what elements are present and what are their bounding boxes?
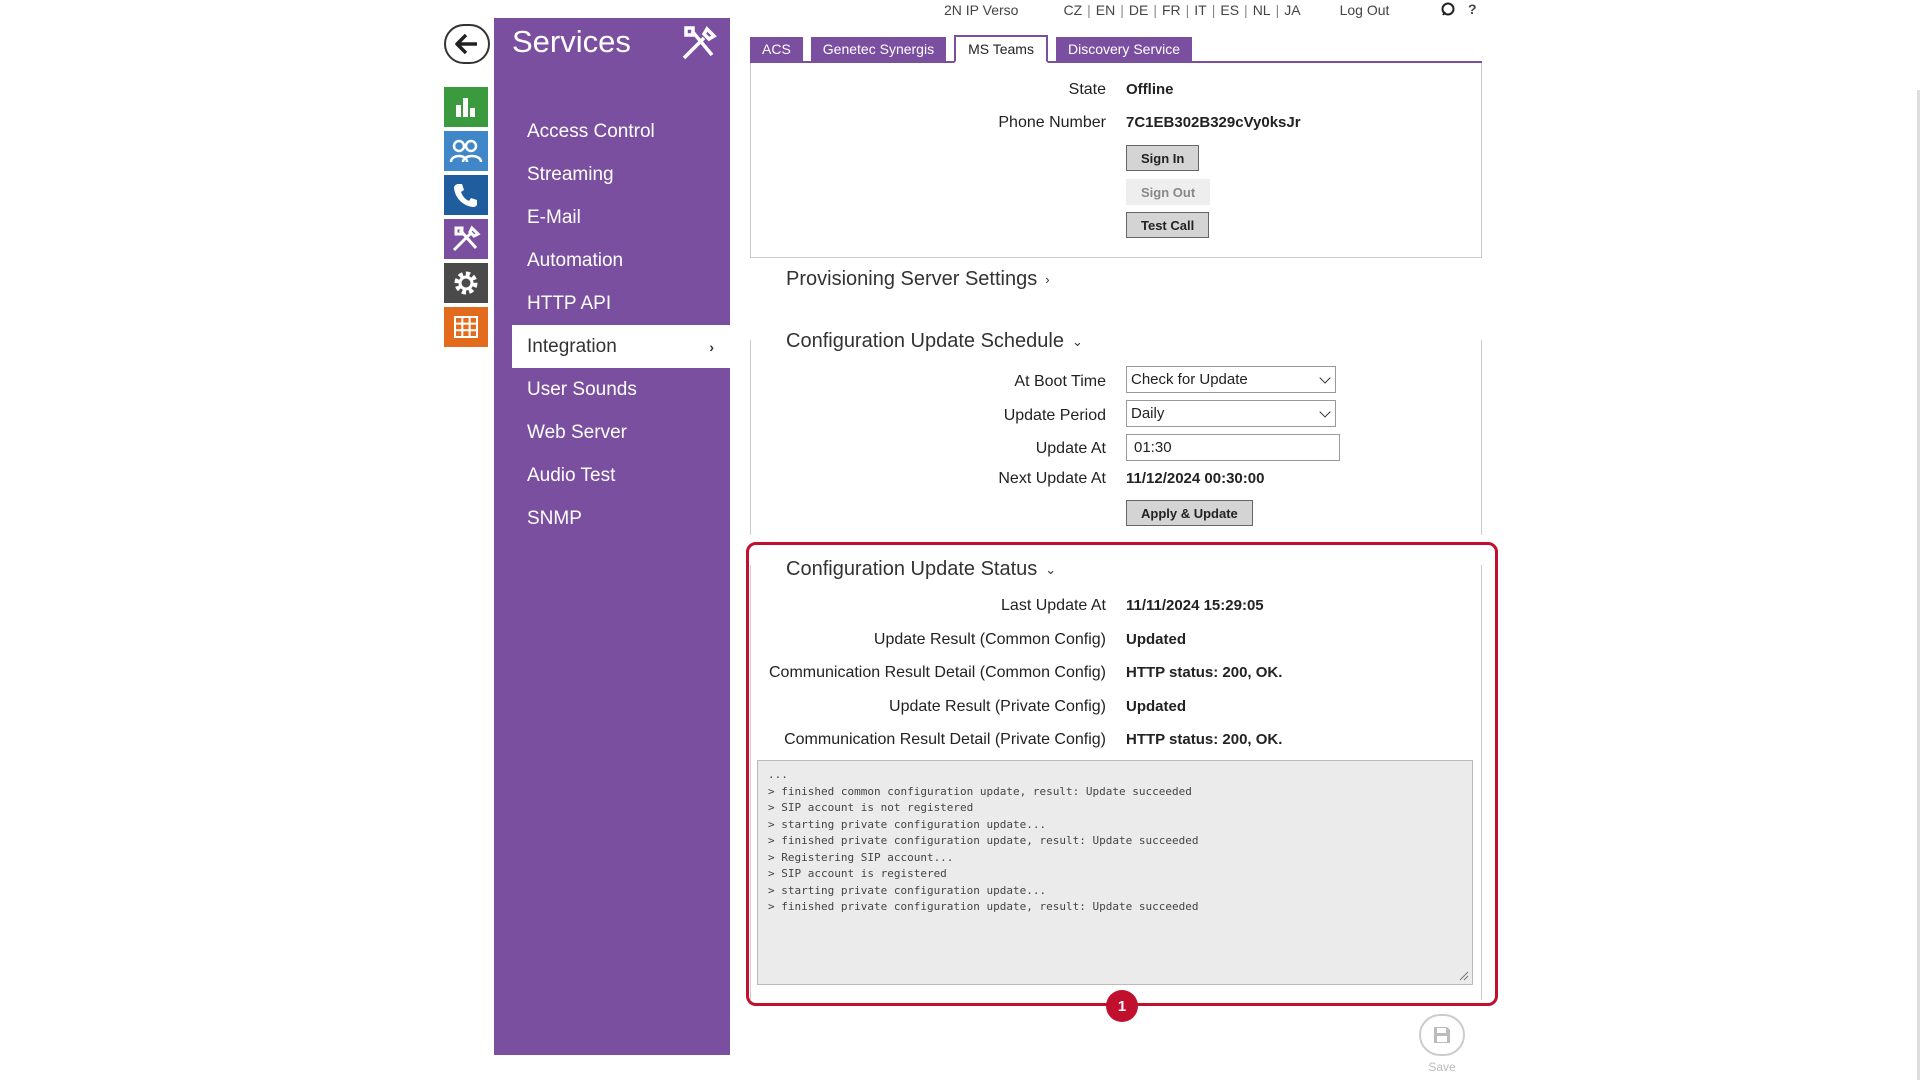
ms-teams-panel: [750, 63, 1482, 258]
boot-time-value: Check for Update: [1131, 371, 1248, 388]
users-icon: [449, 139, 483, 163]
sidebar-item-user-sounds[interactable]: User Sounds: [494, 368, 730, 411]
sidebar-title: Services: [512, 24, 631, 59]
device-name: 2N IP Verso: [944, 2, 1019, 18]
sidebar-item-label: Integration: [527, 335, 617, 357]
language-selector: CZ | EN | DE | FR | IT | ES | NL | JA: [1058, 2, 1305, 18]
nav-services[interactable]: [444, 219, 488, 259]
bar-chart-icon: [456, 98, 475, 117]
logout-link[interactable]: Log Out: [1340, 2, 1390, 18]
save-circle: [1419, 1014, 1465, 1056]
sidebar-item-email[interactable]: E-Mail: [494, 196, 730, 239]
nav-system[interactable]: [444, 307, 488, 347]
sidebar-item-automation[interactable]: Automation: [494, 239, 730, 282]
chevron-right-icon: ›: [1045, 272, 1050, 287]
sidebar-item-integration[interactable]: Integration ›: [512, 325, 730, 368]
lang-ja[interactable]: JA: [1279, 2, 1305, 18]
chevron-right-icon: ›: [709, 338, 714, 355]
sidebar-item-access-control[interactable]: Access Control: [494, 110, 730, 153]
tab-genetec-synergis[interactable]: Genetec Synergis: [810, 37, 947, 61]
arrow-left-icon: [455, 33, 477, 55]
nav-directory[interactable]: [444, 131, 488, 171]
state-label: State: [1068, 81, 1106, 98]
chevron-down-icon: [1319, 406, 1331, 418]
nav-status[interactable]: [444, 87, 488, 127]
highlight-box: [746, 542, 1498, 1006]
sign-in-button[interactable]: Sign In: [1126, 145, 1200, 171]
lang-en[interactable]: EN: [1091, 2, 1120, 18]
configuration-update-schedule-header[interactable]: Configuration Update Schedule ⌄: [786, 330, 1089, 353]
grid-icon: [454, 316, 478, 338]
lang-es[interactable]: ES: [1215, 2, 1244, 18]
update-period-label: Update Period: [1003, 407, 1106, 424]
tab-bar: ACS Genetec Synergis MS Teams Discovery …: [750, 35, 1482, 63]
update-period-value: Daily: [1131, 405, 1165, 422]
lang-cz[interactable]: CZ: [1058, 2, 1087, 18]
chevron-down-icon: [1319, 372, 1331, 384]
top-bar: 2N IP Verso CZ | EN | DE | FR | IT | ES | NL | …: [944, 1, 1477, 18]
lang-fr[interactable]: FR: [1157, 2, 1186, 18]
update-period-select[interactable]: Daily: [1126, 400, 1336, 427]
sidebar-item-snmp[interactable]: SNMP: [494, 497, 730, 540]
tab-discovery-service[interactable]: Discovery Service: [1055, 37, 1192, 61]
phone-number-label: Phone Number: [998, 114, 1106, 131]
section-title: Provisioning Server Settings: [786, 268, 1038, 290]
gear-icon: [454, 271, 478, 295]
sidebar-item-streaming[interactable]: Streaming: [494, 153, 730, 196]
test-call-button[interactable]: Test Call: [1126, 212, 1210, 238]
back-button[interactable]: [444, 24, 490, 64]
save-label: Save: [1428, 1060, 1456, 1074]
boot-time-label: At Boot Time: [1014, 373, 1106, 390]
sidebar-item-http-api[interactable]: HTTP API: [494, 282, 730, 325]
provisioning-server-settings-header[interactable]: Provisioning Server Settings ›: [786, 268, 1056, 291]
next-update-value: 11/12/2024 00:30:00: [1126, 470, 1265, 487]
apply-update-button[interactable]: Apply & Update: [1126, 500, 1253, 526]
tab-ms-teams[interactable]: MS Teams: [954, 35, 1048, 63]
sidebar-menu: Access Control Streaming E-Mail Automati…: [494, 110, 730, 540]
next-update-label: Next Update At: [998, 470, 1106, 487]
sidebar: Services Access Control Streaming E-Mail…: [494, 18, 730, 1055]
tools-icon: [682, 26, 717, 60]
nav-hardware[interactable]: [444, 263, 488, 303]
step-marker: 1: [1106, 990, 1138, 1022]
state-value: Offline: [1126, 81, 1174, 98]
tab-acs[interactable]: ACS: [750, 37, 803, 61]
phone-icon: [454, 184, 477, 207]
save-button[interactable]: Save: [1418, 1014, 1466, 1074]
lang-it[interactable]: IT: [1189, 2, 1211, 18]
chevron-down-icon: ⌄: [1071, 333, 1083, 349]
sidebar-item-web-server[interactable]: Web Server: [494, 411, 730, 454]
lang-nl[interactable]: NL: [1248, 2, 1276, 18]
boot-time-select[interactable]: Check for Update: [1126, 366, 1336, 393]
schedule-panel: [750, 340, 1482, 535]
sign-out-button[interactable]: Sign Out: [1126, 179, 1211, 205]
section-title: Configuration Update Schedule: [786, 330, 1064, 352]
lang-de[interactable]: DE: [1124, 2, 1153, 18]
help-icon[interactable]: ?: [1468, 1, 1477, 17]
chat-icon[interactable]: [1440, 2, 1456, 18]
update-at-label: Update At: [1035, 440, 1106, 457]
sidebar-item-audio-test[interactable]: Audio Test: [494, 454, 730, 497]
phone-number-value: 7C1EB302B329cVy0ksJr: [1126, 114, 1301, 131]
floppy-disk-icon: [1434, 1027, 1450, 1043]
update-at-input[interactable]: 01:30: [1126, 434, 1340, 461]
tools-icon: [452, 225, 481, 252]
nav-phone[interactable]: [444, 175, 488, 215]
